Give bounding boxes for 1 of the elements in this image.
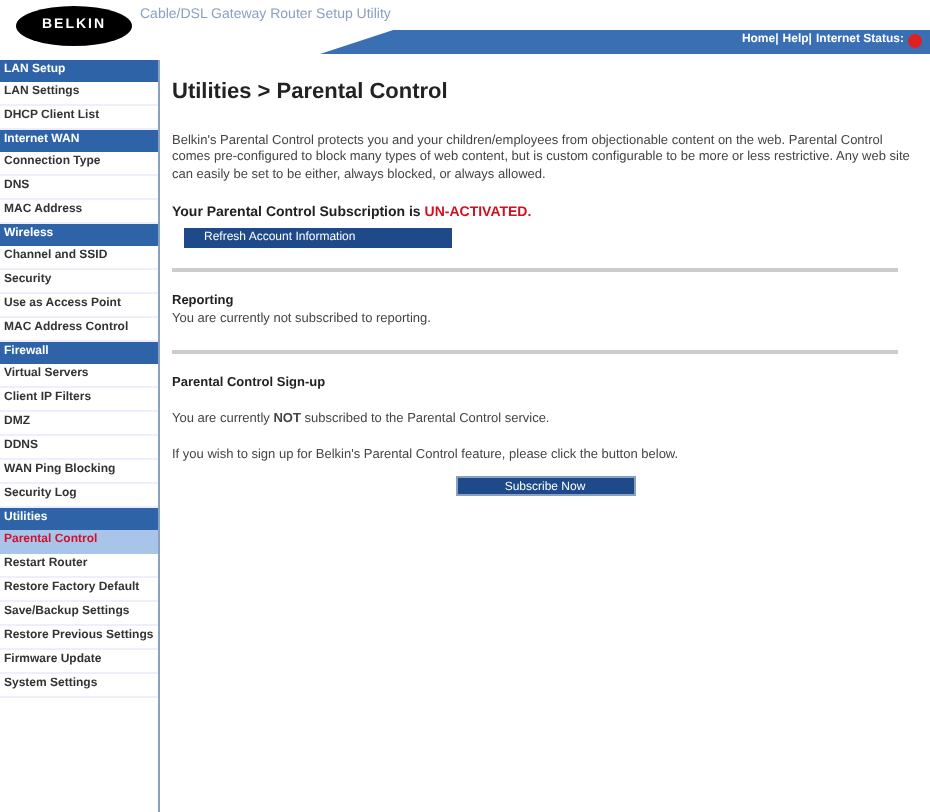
page-title: Utilities > Parental Control [172, 78, 450, 108]
